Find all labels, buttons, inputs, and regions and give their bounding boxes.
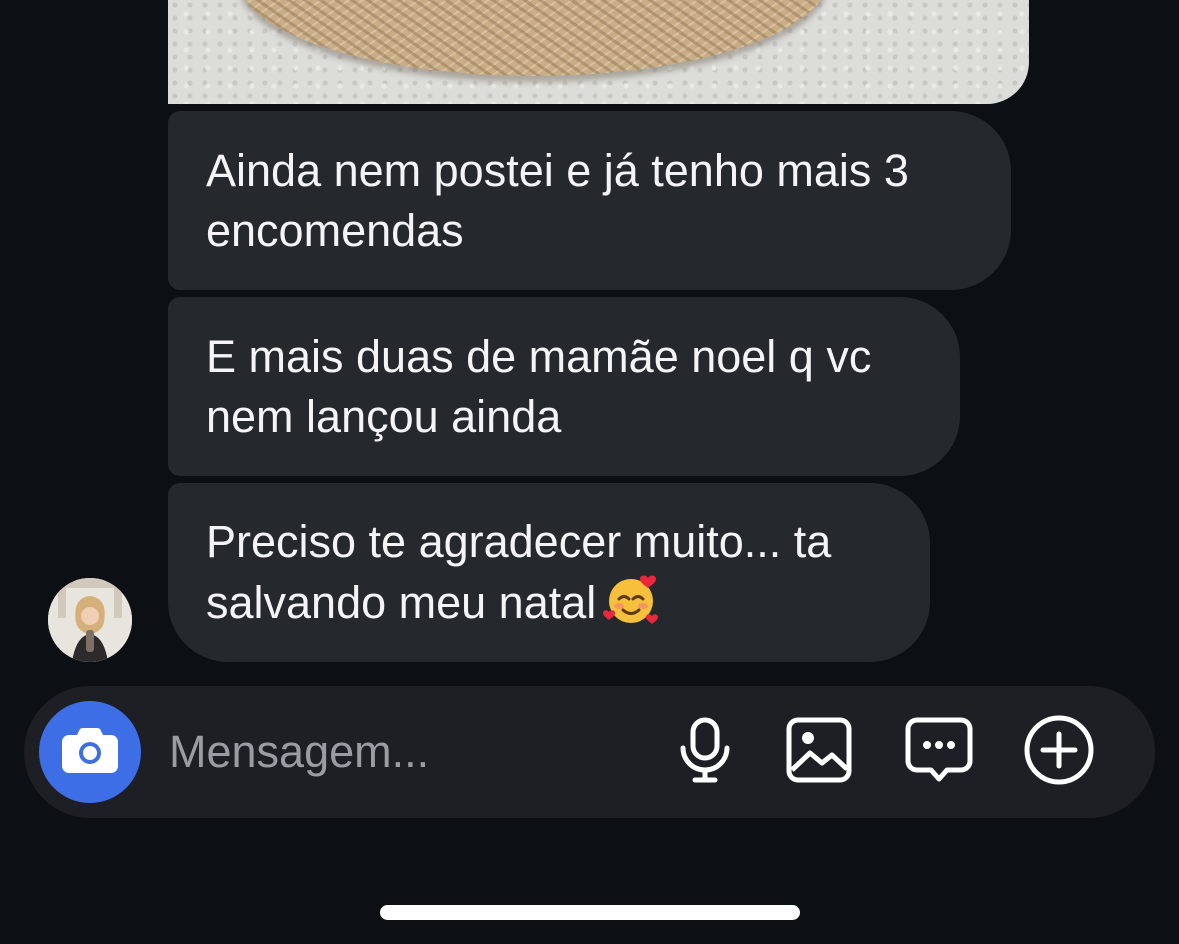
avatar[interactable] [48, 578, 132, 662]
message-text: E mais duas de mamãe noel q vc nem lanço… [206, 330, 872, 442]
camera-button[interactable] [39, 701, 141, 803]
camera-icon [61, 726, 119, 779]
message-composer [24, 686, 1155, 818]
smiling-face-with-hearts-icon [602, 572, 662, 626]
message-bubble[interactable]: Ainda nem postei e já tenho mais 3 encom… [168, 111, 1011, 290]
message-bubble[interactable]: Preciso te agradecer muito... ta salvand… [168, 483, 930, 662]
shared-photo[interactable] [168, 0, 1029, 104]
sticker-chat-button[interactable] [903, 716, 975, 788]
gallery-icon [785, 716, 853, 789]
chat-bubble-dots-icon [905, 716, 973, 789]
microphone-icon [677, 716, 733, 789]
microphone-button[interactable] [669, 716, 741, 788]
message-bubble[interactable]: E mais duas de mamãe noel q vc nem lanço… [168, 297, 960, 476]
message-text: Preciso te agradecer muito... ta salvand… [206, 516, 832, 628]
woven-basket-image [238, 0, 828, 76]
message-content: Preciso te agradecer muito... ta salvand… [206, 512, 831, 633]
gallery-button[interactable] [783, 716, 855, 788]
message-input[interactable] [169, 719, 639, 785]
add-circle-icon [1023, 714, 1095, 791]
message-text: Ainda nem postei e já tenho mais 3 encom… [206, 144, 909, 256]
home-indicator[interactable] [380, 905, 800, 920]
add-button[interactable] [1023, 714, 1095, 791]
